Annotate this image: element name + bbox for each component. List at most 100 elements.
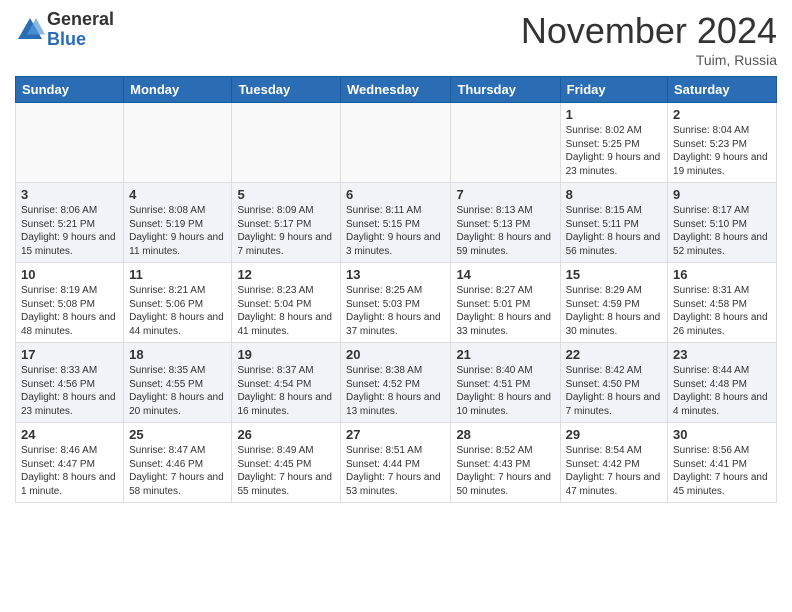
calendar-body: 1 Sunrise: 8:02 AM Sunset: 5:25 PM Daylig… (16, 103, 777, 503)
day-cell-30: 30 Sunrise: 8:56 AM Sunset: 4:41 PM Dayli… (668, 423, 777, 503)
logo-icon (15, 15, 45, 45)
day-info: Sunrise: 8:31 AM Sunset: 4:58 PM Dayligh… (673, 284, 771, 338)
calendar-week-4: 17 Sunrise: 8:33 AM Sunset: 4:56 PM Dayli… (16, 343, 777, 423)
empty-cell (451, 103, 560, 183)
header: General Blue November 2024 Tuim, Russia (15, 10, 777, 68)
day-info: Sunrise: 8:23 AM Sunset: 5:04 PM Dayligh… (237, 284, 335, 338)
day-info: Sunrise: 8:19 AM Sunset: 5:08 PM Dayligh… (21, 284, 118, 338)
day-number: 22 (566, 347, 662, 362)
day-cell-1: 1 Sunrise: 8:02 AM Sunset: 5:25 PM Daylig… (560, 103, 667, 183)
day-info: Sunrise: 8:37 AM Sunset: 4:54 PM Dayligh… (237, 364, 335, 418)
empty-cell (341, 103, 451, 183)
day-number: 3 (21, 187, 118, 202)
day-info: Sunrise: 8:46 AM Sunset: 4:47 PM Dayligh… (21, 444, 118, 498)
day-cell-11: 11Sunrise: 8:21 AM Sunset: 5:06 PM Dayli… (124, 263, 232, 343)
day-info: Sunrise: 8:40 AM Sunset: 4:51 PM Dayligh… (456, 364, 554, 418)
day-number: 2 (673, 107, 771, 122)
day-number: 14 (456, 267, 554, 282)
day-info: Sunrise: 8:25 AM Sunset: 5:03 PM Dayligh… (346, 284, 445, 338)
day-cell-4: 4 Sunrise: 8:08 AM Sunset: 5:19 PM Daylig… (124, 183, 232, 263)
day-number: 12 (237, 267, 335, 282)
day-cell-25: 25Sunrise: 8:47 AM Sunset: 4:46 PM Dayli… (124, 423, 232, 503)
calendar-week-1: 1 Sunrise: 8:02 AM Sunset: 5:25 PM Daylig… (16, 103, 777, 183)
day-info: Sunrise: 8:52 AM Sunset: 4:43 PM Dayligh… (456, 444, 554, 498)
day-number: 28 (456, 427, 554, 442)
day-cell-8: 8Sunrise: 8:15 AM Sunset: 5:11 PM Daylig… (560, 183, 667, 263)
day-info: Sunrise: 8:56 AM Sunset: 4:41 PM Dayligh… (673, 444, 771, 498)
day-cell-28: 28 Sunrise: 8:52 AM Sunset: 4:43 PM Dayli… (451, 423, 560, 503)
day-info: Sunrise: 8:35 AM Sunset: 4:55 PM Dayligh… (129, 364, 226, 418)
day-number: 7 (456, 187, 554, 202)
calendar-week-3: 10Sunrise: 8:19 AM Sunset: 5:08 PM Dayli… (16, 263, 777, 343)
col-tuesday: Tuesday (232, 77, 341, 103)
day-number: 24 (21, 427, 118, 442)
logo-blue: Blue (47, 30, 114, 50)
day-info: Sunrise: 8:08 AM Sunset: 5:19 PM Dayligh… (129, 204, 226, 258)
day-number: 4 (129, 187, 226, 202)
day-number: 27 (346, 427, 445, 442)
calendar-table: Sunday Monday Tuesday Wednesday Thursday… (15, 76, 777, 503)
day-info: Sunrise: 8:29 AM Sunset: 4:59 PM Dayligh… (566, 284, 662, 338)
day-info: Sunrise: 8:17 AM Sunset: 5:10 PM Dayligh… (673, 204, 771, 258)
day-number: 1 (566, 107, 662, 122)
day-cell-20: 20 Sunrise: 8:38 AM Sunset: 4:52 PM Dayli… (341, 343, 451, 423)
calendar-header: Sunday Monday Tuesday Wednesday Thursday… (16, 77, 777, 103)
col-wednesday: Wednesday (341, 77, 451, 103)
title-section: November 2024 Tuim, Russia (521, 10, 777, 68)
month-title: November 2024 (521, 10, 777, 52)
day-cell-10: 10Sunrise: 8:19 AM Sunset: 5:08 PM Dayli… (16, 263, 124, 343)
day-info: Sunrise: 8:44 AM Sunset: 4:48 PM Dayligh… (673, 364, 771, 418)
empty-cell (16, 103, 124, 183)
day-cell-26: 26Sunrise: 8:49 AM Sunset: 4:45 PM Dayli… (232, 423, 341, 503)
day-info: Sunrise: 8:15 AM Sunset: 5:11 PM Dayligh… (566, 204, 662, 258)
day-number: 23 (673, 347, 771, 362)
logo: General Blue (15, 10, 114, 50)
col-monday: Monday (124, 77, 232, 103)
day-cell-23: 23 Sunrise: 8:44 AM Sunset: 4:48 PM Dayli… (668, 343, 777, 423)
day-cell-12: 12 Sunrise: 8:23 AM Sunset: 5:04 PM Dayli… (232, 263, 341, 343)
calendar-week-2: 3 Sunrise: 8:06 AM Sunset: 5:21 PM Daylig… (16, 183, 777, 263)
day-info: Sunrise: 8:54 AM Sunset: 4:42 PM Dayligh… (566, 444, 662, 498)
day-number: 17 (21, 347, 118, 362)
day-number: 30 (673, 427, 771, 442)
logo-general: General (47, 10, 114, 30)
day-cell-27: 27Sunrise: 8:51 AM Sunset: 4:44 PM Dayli… (341, 423, 451, 503)
day-info: Sunrise: 8:42 AM Sunset: 4:50 PM Dayligh… (566, 364, 662, 418)
day-info: Sunrise: 8:38 AM Sunset: 4:52 PM Dayligh… (346, 364, 445, 418)
day-cell-24: 24 Sunrise: 8:46 AM Sunset: 4:47 PM Dayli… (16, 423, 124, 503)
day-cell-13: 13 Sunrise: 8:25 AM Sunset: 5:03 PM Dayli… (341, 263, 451, 343)
day-cell-29: 29 Sunrise: 8:54 AM Sunset: 4:42 PM Dayli… (560, 423, 667, 503)
day-number: 15 (566, 267, 662, 282)
day-info: Sunrise: 8:49 AM Sunset: 4:45 PM Dayligh… (237, 444, 335, 498)
calendar-week-5: 24 Sunrise: 8:46 AM Sunset: 4:47 PM Dayli… (16, 423, 777, 503)
day-info: Sunrise: 8:33 AM Sunset: 4:56 PM Dayligh… (21, 364, 118, 418)
location: Tuim, Russia (521, 52, 777, 68)
day-cell-16: 16 Sunrise: 8:31 AM Sunset: 4:58 PM Dayli… (668, 263, 777, 343)
day-cell-3: 3 Sunrise: 8:06 AM Sunset: 5:21 PM Daylig… (16, 183, 124, 263)
day-info: Sunrise: 8:21 AM Sunset: 5:06 PM Dayligh… (129, 284, 226, 338)
day-cell-17: 17 Sunrise: 8:33 AM Sunset: 4:56 PM Dayli… (16, 343, 124, 423)
day-number: 9 (673, 187, 771, 202)
day-number: 16 (673, 267, 771, 282)
day-info: Sunrise: 8:11 AM Sunset: 5:15 PM Dayligh… (346, 204, 445, 258)
logo-text: General Blue (47, 10, 114, 50)
day-number: 29 (566, 427, 662, 442)
day-info: Sunrise: 8:06 AM Sunset: 5:21 PM Dayligh… (21, 204, 118, 258)
day-number: 5 (237, 187, 335, 202)
day-number: 20 (346, 347, 445, 362)
day-cell-15: 15 Sunrise: 8:29 AM Sunset: 4:59 PM Dayli… (560, 263, 667, 343)
day-cell-2: 2 Sunrise: 8:04 AM Sunset: 5:23 PM Daylig… (668, 103, 777, 183)
day-cell-14: 14Sunrise: 8:27 AM Sunset: 5:01 PM Dayli… (451, 263, 560, 343)
day-number: 25 (129, 427, 226, 442)
day-cell-19: 19Sunrise: 8:37 AM Sunset: 4:54 PM Dayli… (232, 343, 341, 423)
day-cell-9: 9 Sunrise: 8:17 AM Sunset: 5:10 PM Daylig… (668, 183, 777, 263)
day-info: Sunrise: 8:04 AM Sunset: 5:23 PM Dayligh… (673, 124, 771, 178)
empty-cell (124, 103, 232, 183)
day-number: 13 (346, 267, 445, 282)
day-cell-6: 6Sunrise: 8:11 AM Sunset: 5:15 PM Daylig… (341, 183, 451, 263)
day-info: Sunrise: 8:02 AM Sunset: 5:25 PM Dayligh… (566, 124, 662, 178)
day-cell-21: 21Sunrise: 8:40 AM Sunset: 4:51 PM Dayli… (451, 343, 560, 423)
day-info: Sunrise: 8:09 AM Sunset: 5:17 PM Dayligh… (237, 204, 335, 258)
col-saturday: Saturday (668, 77, 777, 103)
empty-cell (232, 103, 341, 183)
